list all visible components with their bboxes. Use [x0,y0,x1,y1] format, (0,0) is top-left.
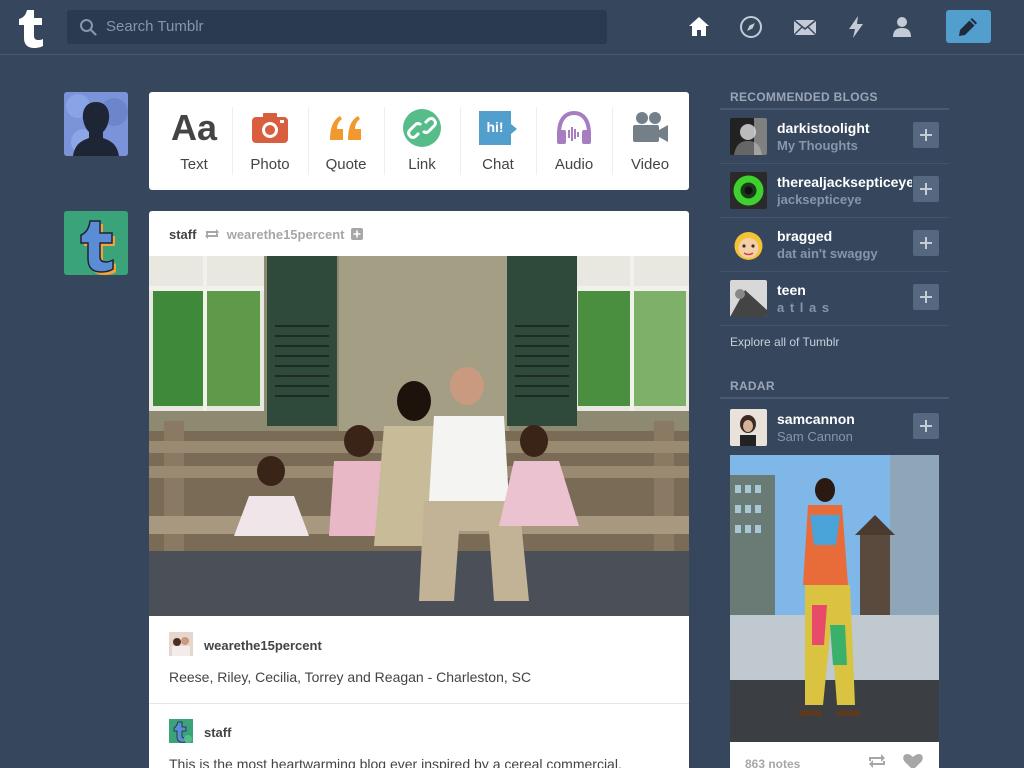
account-person-icon[interactable] [890,15,914,39]
follow-button[interactable] [913,176,939,202]
recommended-blog-item[interactable]: darkistoolight My Thoughts [720,110,949,164]
post-type-audio[interactable]: Audio [536,92,612,190]
blog-avatar[interactable] [730,172,767,209]
home-icon[interactable] [687,15,711,39]
radar-post-card[interactable]: 863 notes [730,455,939,768]
reblog-author-name[interactable]: staff [204,725,231,740]
post-header: staff wearethe15percent [169,227,364,242]
reblogged-from-link[interactable]: wearethe15percent [227,227,345,242]
link-icon [403,109,441,147]
blog-avatar[interactable] [730,226,767,263]
activity-lightning-icon[interactable] [844,15,868,39]
staff-avatar[interactable] [64,211,128,275]
recommended-blogs-title: RECOMMENDED BLOGS [730,90,878,104]
top-navigation-bar: Search Tumblr [0,0,1024,55]
tumblr-logo[interactable] [17,6,51,48]
text-icon: Aa [170,107,218,148]
post-body-text: This is the most heartwarming blog ever … [169,756,622,768]
like-heart-icon[interactable] [903,753,923,768]
svg-text:hi!: hi! [486,119,503,135]
post-photo[interactable] [149,256,689,616]
notes-count[interactable]: 863 notes [745,757,800,768]
camera-icon [252,113,288,143]
post-type-chat[interactable]: hi! Chat [460,92,536,190]
explore-compass-icon[interactable] [739,15,763,39]
reblog-icon [205,229,220,239]
quote-icon [330,116,361,140]
radar-blog-title: Sam Cannon [777,429,853,444]
follow-button[interactable] [913,284,939,310]
radar-blog-item[interactable]: samcannon Sam Cannon [720,401,949,455]
video-camera-icon [633,112,668,142]
blog-title: a t l a s [777,300,831,315]
radar-title: RADAR [730,379,775,393]
follow-plus-icon[interactable] [351,228,364,240]
follow-button[interactable] [913,122,939,148]
user-avatar[interactable] [64,92,128,156]
blog-avatar[interactable] [730,118,767,155]
search-input[interactable]: Search Tumblr [106,18,204,35]
follow-button[interactable] [913,230,939,256]
blog-name[interactable]: teen [777,282,912,298]
search-bar[interactable]: Search Tumblr [67,10,607,44]
post-author-link[interactable]: staff [169,227,196,242]
sidebar-divider [720,397,949,399]
post-type-video[interactable]: Video [612,92,688,190]
blog-name[interactable]: darkistoolight [777,120,912,136]
source-avatar[interactable] [169,632,193,656]
recommended-blog-item[interactable]: therealjacksepticeye jacksepticeye [720,164,949,218]
post-type-quote[interactable]: Quote [308,92,384,190]
post-caption: Reese, Riley, Cecilia, Torrey and Reagan… [169,669,532,685]
blog-avatar[interactable] [730,280,767,317]
chat-icon: hi! [479,111,517,145]
blog-name[interactable]: therealjacksepticeye [777,174,912,190]
radar-avatar[interactable] [730,409,767,446]
radar-blog-name[interactable]: samcannon [777,411,912,427]
reblog-icon[interactable] [867,753,887,768]
post-type-photo[interactable]: Photo [232,92,308,190]
pencil-icon [959,18,977,36]
new-post-bar: Aa Text Photo Quote Link hi! Chat Audio … [149,92,689,190]
headphones-icon [557,110,591,144]
explore-all-link[interactable]: Explore all of Tumblr [730,335,839,349]
compose-post-button[interactable] [946,10,991,43]
follow-button[interactable] [913,413,939,439]
recommended-blog-item[interactable]: bragged dat ain't swaggy [720,218,949,272]
blog-title: jacksepticeye [777,192,862,207]
search-icon [80,19,97,36]
post-type-text[interactable]: Aa Text [156,92,232,190]
post-divider [149,703,689,704]
blog-title: dat ain't swaggy [777,246,878,261]
dashboard-post: staff wearethe15percent wearethe15percen… [149,211,689,768]
radar-post-photo[interactable] [730,455,939,742]
post-type-link[interactable]: Link [384,92,460,190]
blog-name[interactable]: bragged [777,228,912,244]
messages-envelope-icon[interactable] [793,15,817,39]
blog-title: My Thoughts [777,138,858,153]
recommended-blog-item[interactable]: teen a t l a s [720,272,949,326]
source-blog-name[interactable]: wearethe15percent [204,638,322,653]
staff-mini-avatar[interactable] [169,719,193,743]
